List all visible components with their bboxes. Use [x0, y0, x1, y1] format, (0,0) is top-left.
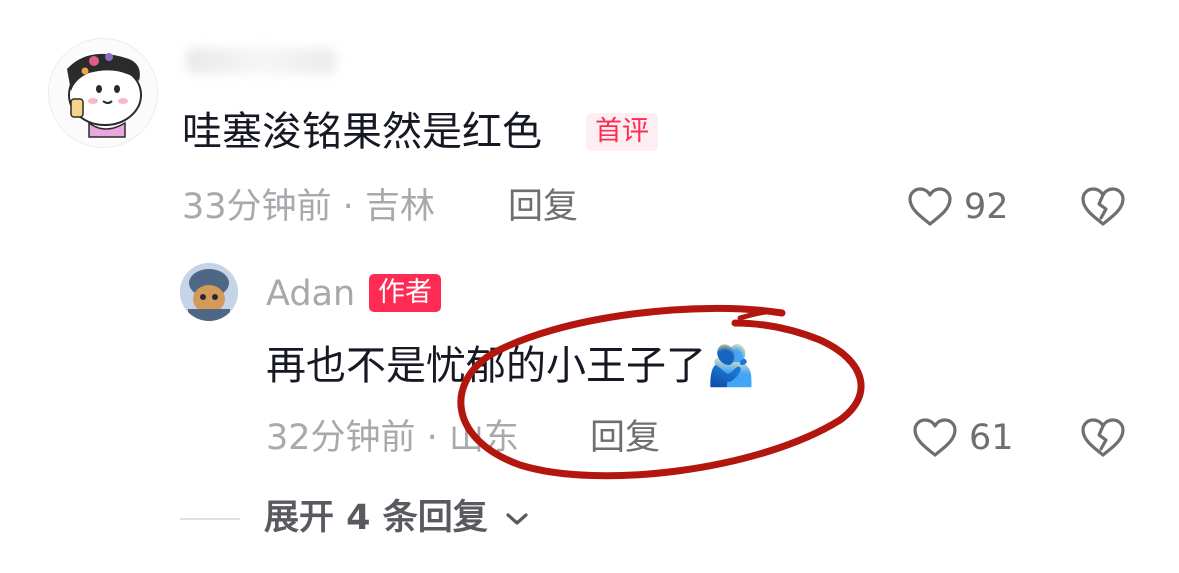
- author-username[interactable]: Adan: [266, 273, 355, 315]
- like-count: 61: [969, 418, 1014, 458]
- like-count: 92: [964, 187, 1009, 227]
- reply-text: 再也不是忧郁的小王子了🫂: [266, 342, 756, 390]
- author-badge: 作者: [369, 274, 441, 312]
- expand-divider: [180, 518, 240, 520]
- reply-time: 32分钟前: [266, 418, 416, 458]
- like-button[interactable]: [912, 417, 958, 459]
- expand-replies-label: 展开 4 条回复: [264, 498, 488, 538]
- like-button[interactable]: [907, 186, 953, 228]
- cartoon-avatar-icon: [67, 53, 142, 138]
- dislike-button[interactable]: [1080, 186, 1126, 228]
- comment-text: 哇塞浚铭果然是红色: [182, 109, 542, 155]
- reply-text-content: 再也不是忧郁的小王子了: [266, 343, 706, 389]
- heart-outline-icon: [908, 187, 952, 226]
- chevron-down-icon: [506, 513, 528, 525]
- meta-separator: ·: [415, 418, 449, 458]
- broken-heart-icon: [1081, 187, 1125, 226]
- heart-outline-icon: [913, 418, 957, 457]
- commenter-avatar[interactable]: [48, 38, 158, 148]
- hug-emoji: 🫂: [706, 343, 756, 389]
- comment-time: 33分钟前: [182, 187, 332, 227]
- broken-heart-icon: [1081, 418, 1125, 457]
- expand-replies-button[interactable]: 展开 4 条回复: [264, 497, 530, 539]
- reply-meta: 32分钟前 · 山东: [266, 417, 519, 459]
- red-annotation-circle: [457, 304, 865, 480]
- user-avatar-icon: [180, 263, 238, 321]
- meta-separator: ·: [331, 187, 365, 227]
- author-avatar[interactable]: [180, 263, 238, 321]
- reply-button[interactable]: 回复: [508, 186, 578, 228]
- blurred-username: [186, 48, 336, 74]
- first-comment-badge: 首评: [586, 113, 658, 151]
- comment-location: 吉林: [364, 187, 435, 227]
- reply-location: 山东: [448, 418, 519, 458]
- comment-meta: 33分钟前 · 吉林: [182, 186, 435, 228]
- dislike-button[interactable]: [1080, 417, 1126, 459]
- reply-button[interactable]: 回复: [590, 417, 660, 459]
